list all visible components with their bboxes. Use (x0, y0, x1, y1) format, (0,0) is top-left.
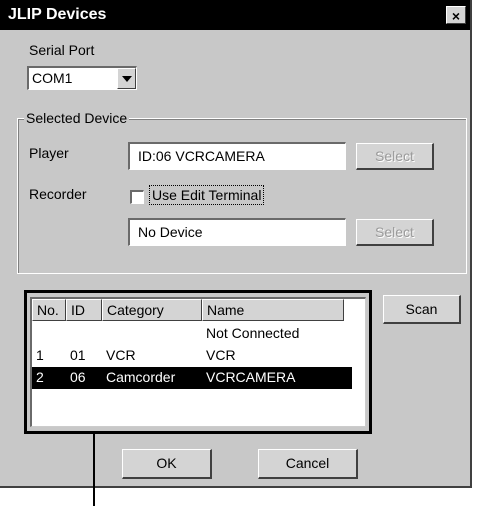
player-select-label: Select (375, 148, 414, 164)
recorder-label: Recorder (29, 186, 87, 202)
selected-device-group-label: Selected Device (24, 110, 130, 126)
ok-button[interactable]: OK (122, 449, 212, 479)
player-select-button[interactable]: Select (356, 143, 434, 170)
serial-port-select[interactable]: COM1 (27, 66, 137, 90)
close-icon: × (451, 8, 461, 24)
column-header-no-label: No. (37, 302, 59, 318)
callout-leader-line (93, 434, 95, 506)
device-list[interactable]: No. ID Category Name Not Connected 1 01 … (30, 297, 366, 427)
cell-name: VCRCAMERA (206, 369, 296, 385)
player-label: Player (29, 145, 69, 161)
cell-category: Camcorder (106, 369, 176, 385)
cell-id: 01 (70, 347, 86, 363)
recorder-value: No Device (138, 224, 203, 240)
column-header-no[interactable]: No. (32, 299, 66, 321)
column-header-category[interactable]: Category (102, 299, 202, 321)
serial-port-label: Serial Port (29, 42, 95, 58)
cell-no: 1 (36, 347, 44, 363)
column-header-id[interactable]: ID (66, 299, 102, 321)
serial-port-value: COM1 (32, 70, 73, 86)
use-edit-terminal-label[interactable]: Use Edit Terminal (148, 185, 265, 205)
list-item-selected[interactable]: 2 06 Camcorder VCRCAMERA (32, 367, 352, 389)
cell-name: Not Connected (206, 325, 300, 341)
cell-no: 2 (36, 369, 44, 385)
chevron-down-icon[interactable] (117, 68, 136, 89)
ok-button-label: OK (156, 455, 177, 471)
cell-name: VCR (206, 347, 236, 363)
player-field: ID:06 VCRCAMERA (128, 142, 346, 170)
scan-button-label: Scan (405, 301, 438, 317)
list-item[interactable]: 1 01 VCR VCR (32, 345, 352, 367)
window-title: JLIP Devices (8, 6, 107, 23)
column-header-id-label: ID (71, 302, 85, 318)
cancel-button-label: Cancel (285, 455, 330, 471)
cell-category: VCR (106, 347, 136, 363)
jlip-devices-dialog: JLIP Devices × Serial Port COM1 Selected… (0, 0, 472, 488)
player-value: ID:06 VCRCAMERA (138, 148, 265, 164)
column-header-name[interactable]: Name (202, 299, 344, 321)
column-header-name-label: Name (207, 302, 245, 318)
recorder-select-button[interactable]: Select (356, 219, 434, 246)
list-item[interactable]: Not Connected (32, 323, 352, 345)
recorder-select-label: Select (375, 224, 414, 240)
scan-button[interactable]: Scan (383, 295, 461, 324)
column-header-category-label: Category (107, 302, 164, 318)
cell-id: 06 (70, 369, 86, 385)
use-edit-terminal-checkbox[interactable] (130, 190, 144, 204)
cancel-button[interactable]: Cancel (258, 449, 358, 479)
title-bar: JLIP Devices × (0, 0, 470, 30)
close-button[interactable]: × (446, 6, 466, 24)
recorder-field: No Device (128, 218, 346, 246)
